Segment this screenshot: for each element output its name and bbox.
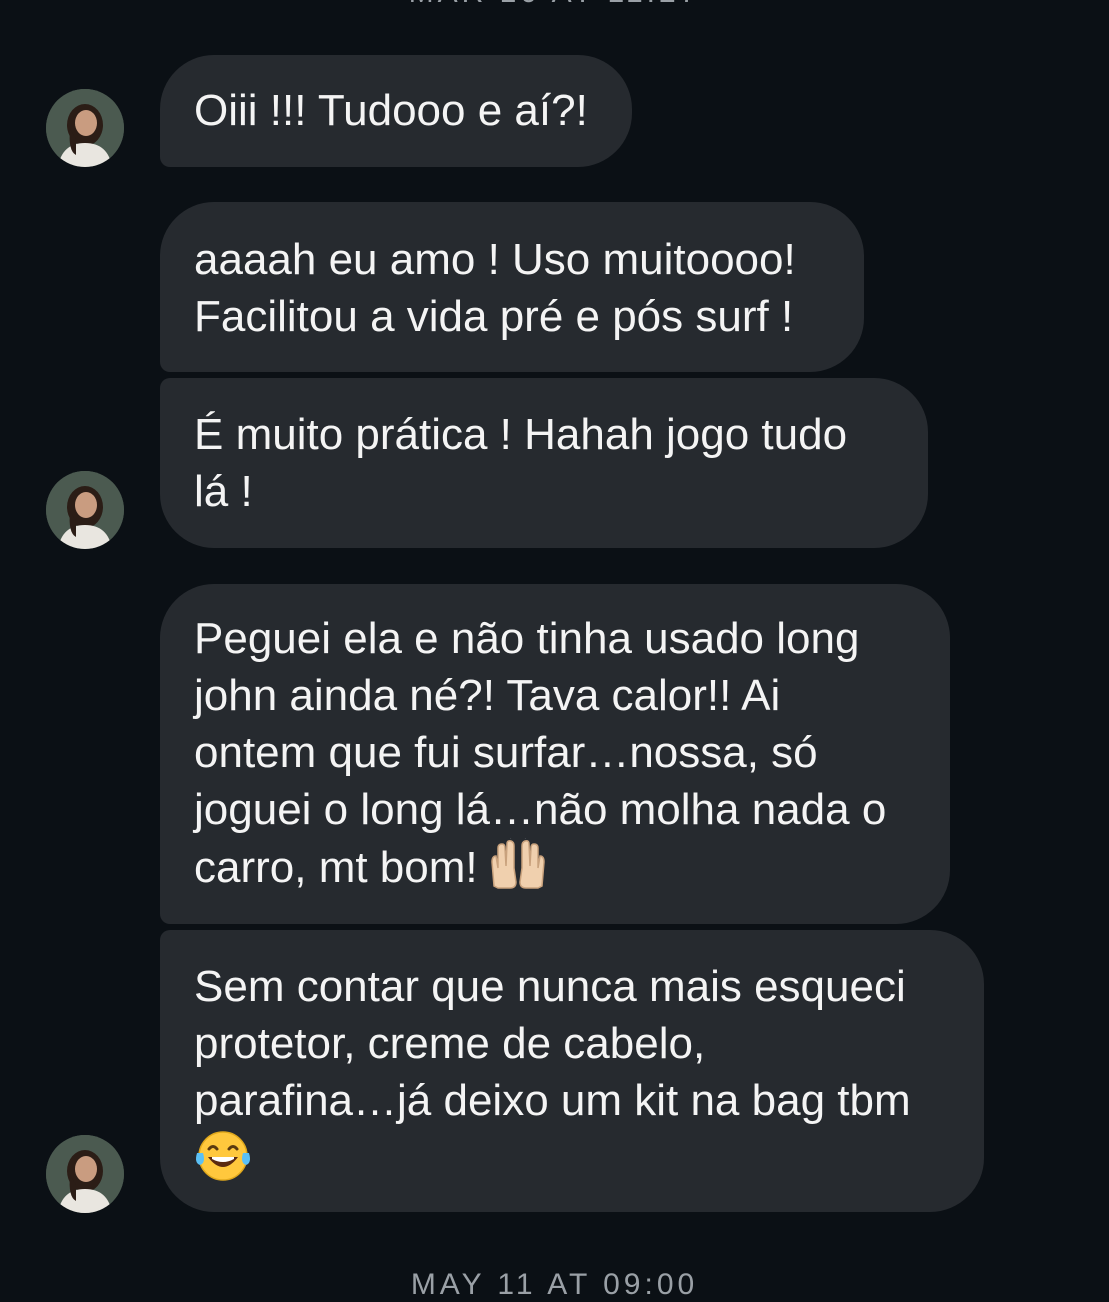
message-text: protetor, creme de cabelo,: [194, 1019, 706, 1068]
person-photo-icon: [46, 89, 124, 167]
message-text: É muito prática ! Hahah jogo tudo: [194, 410, 848, 459]
person-photo-icon: [46, 1135, 124, 1213]
message-bubble[interactable]: aaaah eu amo ! Uso muitoooo! Facilitou a…: [160, 202, 864, 372]
message-text: Oiii !!! Tudooo e aí?!: [194, 86, 588, 135]
message-bubble[interactable]: É muito prática ! Hahah jogo tudo lá !: [160, 378, 928, 548]
message-bubble[interactable]: Sem contar que nunca mais esqueci protet…: [160, 930, 984, 1212]
message-text: Sem contar que nunca mais esqueci: [194, 962, 906, 1011]
message-text: john ainda né?! Tava calor!! Ai: [194, 671, 781, 720]
timestamp-bottom: MAY 11 AT 09:00: [410, 1268, 699, 1301]
message-text: ontem que fui surfar…nossa, só: [194, 728, 818, 777]
contact-avatar[interactable]: [46, 89, 124, 167]
tears-of-joy-emoji: [194, 1129, 252, 1197]
contact-avatar[interactable]: [46, 471, 124, 549]
raising-hands-emoji: [488, 833, 548, 904]
person-photo-icon: [46, 471, 124, 549]
message-bubble[interactable]: Peguei ela e não tinha usado long john a…: [160, 584, 950, 924]
message-text: Facilitou a vida pré e pós surf !: [194, 292, 794, 341]
message-bubble[interactable]: Oiii !!! Tudooo e aí?!: [160, 55, 632, 167]
message-text: aaaah eu amo ! Uso muitoooo!: [194, 235, 796, 284]
contact-avatar[interactable]: [46, 1135, 124, 1213]
message-text: carro, mt bom!: [194, 843, 478, 892]
message-text: lá !: [194, 467, 253, 516]
message-text: parafina…já deixo um kit na bag tbm: [194, 1076, 911, 1125]
message-text: joguei o long lá…não molha nada o: [194, 785, 887, 834]
timestamp-top: MAR 10 AT 11:27: [0, 0, 1109, 10]
message-text: Peguei ela e não tinha usado long: [194, 614, 860, 663]
